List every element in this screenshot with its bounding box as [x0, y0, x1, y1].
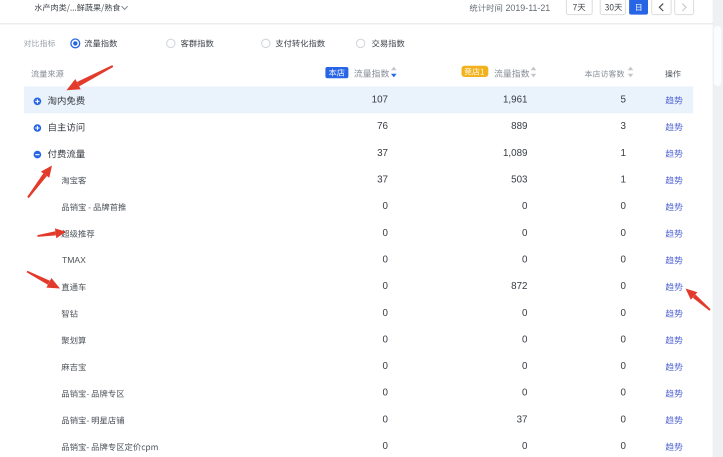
svg-text:0: 0 [522, 441, 528, 452]
svg-text:872: 872 [511, 281, 527, 292]
svg-text:503: 503 [511, 175, 528, 186]
svg-text:3: 3 [621, 121, 627, 132]
svg-text:1,961: 1,961 [503, 95, 528, 106]
svg-text:0: 0 [621, 388, 627, 399]
svg-text:37: 37 [377, 148, 388, 159]
svg-text:0: 0 [621, 441, 627, 452]
svg-text:0: 0 [383, 281, 389, 292]
svg-text:0: 0 [621, 361, 627, 372]
svg-text:0: 0 [383, 441, 389, 452]
svg-text:0: 0 [383, 201, 389, 212]
svg-text:0: 0 [522, 254, 528, 265]
svg-text:0: 0 [621, 334, 627, 345]
svg-text:0: 0 [522, 388, 528, 399]
svg-text:0: 0 [522, 201, 528, 212]
svg-text:0: 0 [621, 228, 627, 239]
svg-text:0: 0 [383, 254, 389, 265]
svg-text:0: 0 [383, 414, 389, 425]
svg-text:0: 0 [383, 388, 389, 399]
svg-text:2019-11-21: 2019-11-21 [506, 3, 551, 13]
svg-text:1: 1 [621, 148, 626, 159]
svg-text:0: 0 [621, 414, 627, 425]
svg-text:0: 0 [383, 308, 389, 319]
svg-text:5: 5 [621, 95, 627, 106]
svg-text:0: 0 [383, 334, 389, 345]
svg-text:0: 0 [383, 228, 389, 239]
svg-text:1: 1 [621, 175, 626, 186]
svg-text:0: 0 [621, 254, 627, 265]
svg-text:0: 0 [383, 361, 389, 372]
svg-text:889: 889 [511, 121, 527, 132]
svg-text:TMAX: TMAX [62, 255, 86, 265]
svg-text:1,089: 1,089 [503, 148, 528, 159]
svg-text:0: 0 [522, 228, 528, 239]
svg-text:107: 107 [372, 95, 388, 106]
svg-text:0: 0 [621, 308, 627, 319]
svg-text:76: 76 [377, 121, 388, 132]
svg-text:0: 0 [621, 281, 627, 292]
svg-text:0: 0 [522, 334, 528, 345]
svg-text:0: 0 [522, 308, 528, 319]
svg-text:0: 0 [522, 361, 528, 372]
svg-text:37: 37 [517, 414, 528, 425]
svg-text:0: 0 [621, 201, 627, 212]
svg-text:37: 37 [377, 175, 388, 186]
